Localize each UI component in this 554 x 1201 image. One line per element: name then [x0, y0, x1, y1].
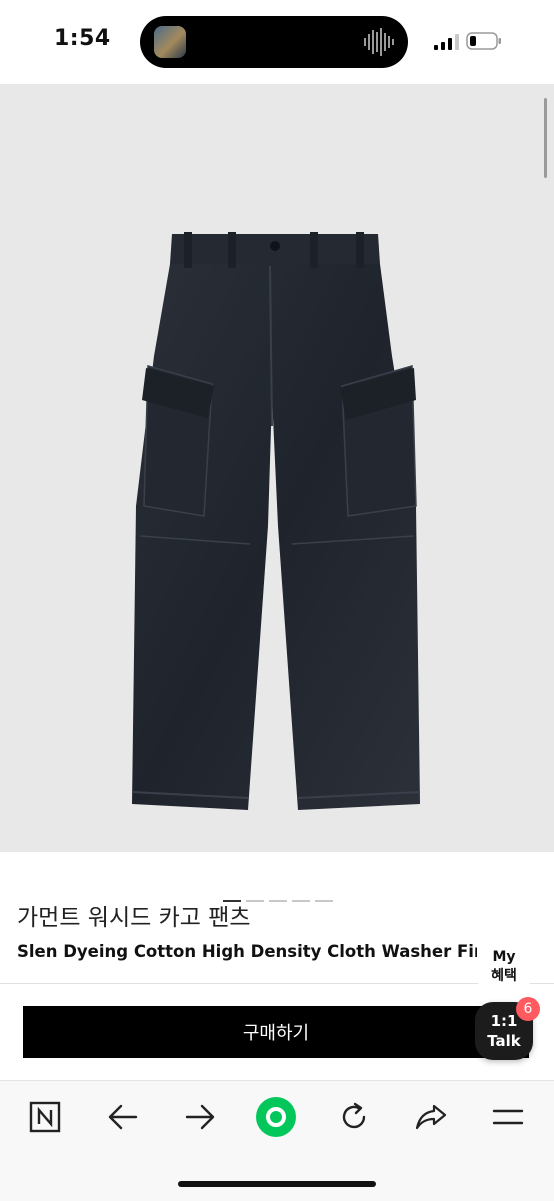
scrollbar[interactable] — [544, 98, 547, 178]
notification-badge: 6 — [516, 997, 540, 1021]
pagination-dot[interactable] — [269, 900, 287, 902]
talk-label-2: Talk — [487, 1032, 521, 1050]
home-indicator — [178, 1181, 376, 1187]
product-english-name: Slen Dyeing Cotton High Density Cloth Wa… — [17, 942, 477, 961]
divider — [0, 983, 554, 984]
talk-label-1: 1:1 — [490, 1012, 518, 1030]
my-benefit-label-1: My — [492, 949, 516, 965]
pagination-dot[interactable] — [315, 900, 333, 902]
share-icon[interactable] — [411, 1097, 451, 1137]
naver-n-icon[interactable] — [25, 1097, 65, 1137]
my-benefit-label-2: 혜택 — [491, 968, 517, 984]
status-bar: 1:54 — [0, 0, 554, 84]
buy-button[interactable]: 구매하기 — [23, 1006, 529, 1058]
status-time: 1:54 — [54, 26, 111, 51]
pants-icon — [131, 232, 421, 810]
product-image-gallery[interactable] — [0, 84, 554, 902]
battery-icon — [466, 32, 501, 50]
my-benefit-button[interactable]: My 혜택 — [478, 946, 530, 988]
media-thumbnail-icon — [154, 26, 186, 58]
forward-arrow-icon[interactable] — [180, 1097, 220, 1137]
cellular-signal-icon — [434, 34, 459, 50]
audio-waveform-icon — [364, 28, 394, 56]
back-arrow-icon[interactable] — [103, 1097, 143, 1137]
refresh-icon[interactable] — [334, 1097, 374, 1137]
green-home-icon[interactable] — [256, 1097, 296, 1137]
pagination-dot[interactable] — [292, 900, 310, 902]
product-title: 가먼트 워시드 카고 팬츠 — [17, 905, 251, 931]
menu-icon[interactable] — [488, 1097, 528, 1137]
dynamic-island[interactable] — [140, 16, 408, 68]
